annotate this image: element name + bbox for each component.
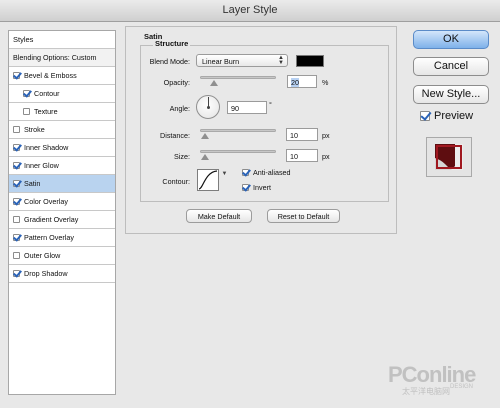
cancel-button[interactable]: Cancel bbox=[413, 57, 489, 76]
anti-aliased-checkbox[interactable]: Anti-aliased bbox=[242, 168, 291, 177]
watermark-site-text: DESIGN bbox=[450, 384, 474, 390]
style-preview-thumbnail bbox=[426, 137, 472, 177]
reset-to-default-button[interactable]: Reset to Default bbox=[267, 209, 340, 223]
structure-title: Structure bbox=[153, 39, 191, 48]
style-item-label: Drop Shadow bbox=[24, 269, 68, 278]
style-item-label: Contour bbox=[34, 89, 60, 98]
style-item-texture[interactable]: Texture bbox=[9, 103, 115, 121]
make-default-button[interactable]: Make Default bbox=[186, 209, 252, 223]
style-item-stroke[interactable]: Stroke bbox=[9, 121, 115, 139]
distance-slider[interactable] bbox=[200, 129, 276, 132]
invert-checkbox[interactable]: Invert bbox=[242, 183, 271, 192]
ok-button[interactable]: OK bbox=[413, 30, 489, 49]
distance-unit: px bbox=[322, 131, 330, 140]
style-item-label: Texture bbox=[34, 107, 58, 116]
style-item-label: Color Overlay bbox=[24, 197, 68, 206]
angle-value: 90 bbox=[231, 104, 239, 113]
style-item-label: Inner Glow bbox=[24, 161, 59, 170]
preview-check-icon bbox=[420, 111, 430, 121]
style-item-label: Outer Glow bbox=[24, 251, 61, 260]
style-item-label: Inner Shadow bbox=[24, 143, 69, 152]
invert-label: Invert bbox=[253, 183, 271, 192]
distance-field[interactable]: 10 bbox=[286, 128, 318, 141]
blend-color-swatch[interactable] bbox=[296, 55, 324, 67]
blend-mode-value: Linear Burn bbox=[202, 57, 240, 66]
anti-aliased-check-icon bbox=[242, 169, 249, 176]
contour-curve-icon bbox=[198, 170, 218, 190]
style-item-bevel-emboss[interactable]: Bevel & Emboss bbox=[9, 67, 115, 85]
invert-check-icon bbox=[242, 184, 249, 191]
distance-value: 10 bbox=[290, 131, 298, 140]
style-item-label: Bevel & Emboss bbox=[24, 71, 77, 80]
new-style-button[interactable]: New Style... bbox=[413, 85, 489, 104]
style-checkbox-icon[interactable] bbox=[13, 180, 20, 187]
style-checkbox-icon[interactable] bbox=[13, 216, 20, 223]
angle-unit: ° bbox=[269, 100, 272, 109]
contour-picker[interactable] bbox=[197, 169, 219, 191]
size-unit: px bbox=[322, 152, 330, 161]
blend-mode-select[interactable]: Linear Burn ▲ ▼ bbox=[196, 54, 288, 67]
contour-dropdown-arrow-icon[interactable]: ▼ bbox=[221, 169, 228, 191]
style-item-drop-shadow[interactable]: Drop Shadow bbox=[9, 265, 115, 283]
style-item-label: Gradient Overlay bbox=[24, 215, 79, 224]
anti-aliased-label: Anti-aliased bbox=[253, 168, 291, 177]
distance-label: Distance: bbox=[160, 131, 190, 140]
style-item-label: Satin bbox=[24, 179, 41, 188]
styles-list-panel: Styles Blending Options: Custom Bevel & E… bbox=[8, 30, 116, 395]
style-checkbox-icon[interactable] bbox=[23, 90, 30, 97]
size-value: 10 bbox=[290, 152, 298, 161]
style-item-inner-glow[interactable]: Inner Glow bbox=[9, 157, 115, 175]
style-item-color-overlay[interactable]: Color Overlay bbox=[9, 193, 115, 211]
style-checkbox-icon[interactable] bbox=[23, 108, 30, 115]
up-down-arrows-icon: ▲ ▼ bbox=[278, 55, 284, 66]
style-item-label: Blending Options: Custom bbox=[13, 53, 97, 62]
size-slider-thumb[interactable] bbox=[201, 154, 209, 160]
style-checkbox-icon[interactable] bbox=[13, 162, 20, 169]
preview-label: Preview bbox=[434, 110, 474, 122]
watermark-chinese-text: 太平洋电脑网 bbox=[402, 387, 450, 396]
style-item-label: Pattern Overlay bbox=[24, 233, 74, 242]
style-checkbox-icon[interactable] bbox=[13, 144, 20, 151]
angle-label: Angle: bbox=[169, 104, 190, 113]
angle-dial[interactable] bbox=[196, 95, 220, 119]
title-bar: Layer Style bbox=[0, 0, 500, 22]
opacity-value: 20 bbox=[291, 78, 299, 87]
opacity-field[interactable]: 20 bbox=[287, 75, 317, 88]
style-item-contour[interactable]: Contour bbox=[9, 85, 115, 103]
size-label: Size: bbox=[174, 152, 190, 161]
style-checkbox-icon[interactable] bbox=[13, 234, 20, 241]
preview-checkbox[interactable]: Preview bbox=[420, 110, 473, 122]
style-checkbox-icon[interactable] bbox=[13, 270, 20, 277]
window-title: Layer Style bbox=[222, 4, 278, 16]
style-checkbox-icon[interactable] bbox=[13, 252, 20, 259]
style-item-satin[interactable]: Satin bbox=[9, 175, 115, 193]
opacity-slider-thumb[interactable] bbox=[210, 80, 218, 86]
angle-dial-center bbox=[207, 106, 210, 109]
size-slider[interactable] bbox=[200, 150, 276, 153]
style-checkbox-icon[interactable] bbox=[13, 198, 20, 205]
distance-slider-thumb[interactable] bbox=[201, 133, 209, 139]
size-field[interactable]: 10 bbox=[286, 149, 318, 162]
style-checkbox-icon[interactable] bbox=[13, 126, 20, 133]
style-item-inner-shadow[interactable]: Inner Shadow bbox=[9, 139, 115, 157]
style-item-pattern-overlay[interactable]: Pattern Overlay bbox=[9, 229, 115, 247]
preview-swatch-icon bbox=[435, 144, 463, 170]
opacity-unit: % bbox=[322, 78, 329, 87]
opacity-label: Opacity: bbox=[163, 78, 190, 87]
styles-header[interactable]: Styles bbox=[9, 31, 115, 49]
style-checkbox-icon[interactable] bbox=[13, 72, 20, 79]
style-item-gradient-overlay[interactable]: Gradient Overlay bbox=[9, 211, 115, 229]
contour-label: Contour: bbox=[162, 177, 190, 186]
style-item-label: Stroke bbox=[24, 125, 45, 134]
opacity-slider[interactable] bbox=[200, 76, 276, 79]
style-item-outer-glow[interactable]: Outer Glow bbox=[9, 247, 115, 265]
angle-field[interactable]: 90 bbox=[227, 101, 267, 114]
style-item-blending-options-custom[interactable]: Blending Options: Custom bbox=[9, 49, 115, 67]
blend-mode-label: Blend Mode: bbox=[149, 57, 190, 66]
